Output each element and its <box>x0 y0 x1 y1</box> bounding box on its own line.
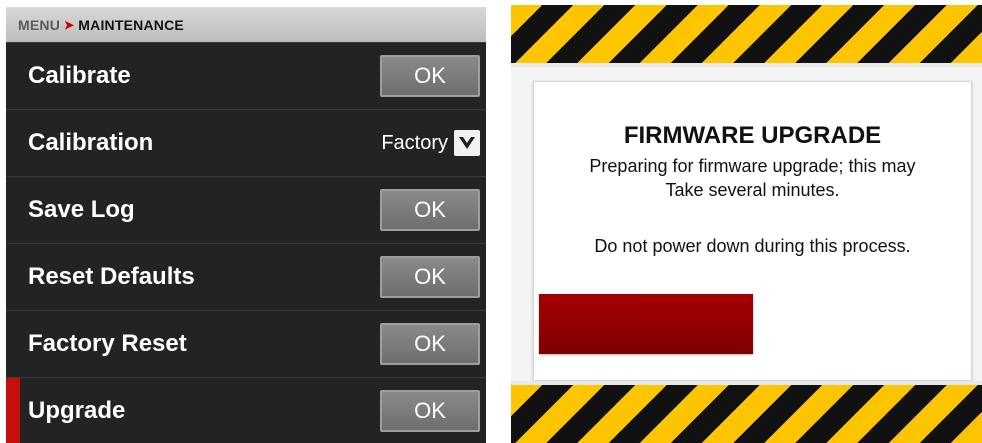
reset-defaults-ok-button[interactable]: OK <box>380 256 480 298</box>
factory-reset-ok-button[interactable]: OK <box>380 323 480 365</box>
dropdown-value: Factory <box>381 131 448 154</box>
chevron-right-icon: ➤ <box>64 17 75 32</box>
menu-row-calibrate: Calibrate OK <box>6 42 486 109</box>
breadcrumb-root[interactable]: MENU <box>18 17 60 33</box>
calibration-dropdown[interactable]: Factory <box>381 130 480 156</box>
save-log-ok-button[interactable]: OK <box>380 189 480 231</box>
menu-row-upgrade: Upgrade OK <box>6 377 486 443</box>
message-line: Take several minutes. <box>665 180 840 200</box>
menu-row-reset-defaults: Reset Defaults OK <box>6 243 486 310</box>
dialog-warning: Do not power down during this process. <box>594 236 911 256</box>
row-label: Reset Defaults <box>28 263 195 290</box>
progress-bar <box>539 294 967 354</box>
upgrade-ok-button[interactable]: OK <box>380 390 480 432</box>
calibrate-ok-button[interactable]: OK <box>380 55 480 97</box>
row-label: Calibration <box>28 129 154 156</box>
breadcrumb: MENU ➤ MAINTENANCE <box>6 7 486 42</box>
chevron-down-icon[interactable] <box>454 130 480 156</box>
progress-fill <box>539 294 753 354</box>
breadcrumb-current: MAINTENANCE <box>78 16 184 33</box>
firmware-upgrade-screen: FIRMWARE UPGRADE Preparing for firmware … <box>511 5 982 443</box>
menu-row-calibration: Calibration Factory <box>6 109 486 176</box>
selected-indicator <box>6 378 20 443</box>
row-label: Calibrate <box>28 62 131 89</box>
row-label: Save Log <box>28 196 135 223</box>
firmware-dialog: FIRMWARE UPGRADE Preparing for firmware … <box>533 81 972 381</box>
row-label: Factory Reset <box>28 330 187 357</box>
hazard-stripe-bottom <box>511 385 982 443</box>
row-label: Upgrade <box>28 397 126 424</box>
dialog-title: FIRMWARE UPGRADE <box>623 122 882 149</box>
menu-row-save-log: Save Log OK <box>6 176 486 243</box>
menu-row-factory-reset: Factory Reset OK <box>6 310 486 377</box>
dialog-message: Preparing for firmware upgrade; this may… <box>534 154 971 202</box>
message-line: Preparing for firmware upgrade; this may <box>589 156 916 176</box>
maintenance-menu: MENU ➤ MAINTENANCE Calibrate OK Calibrat… <box>6 7 486 443</box>
hazard-stripe-top <box>511 5 982 63</box>
divider <box>511 63 982 67</box>
